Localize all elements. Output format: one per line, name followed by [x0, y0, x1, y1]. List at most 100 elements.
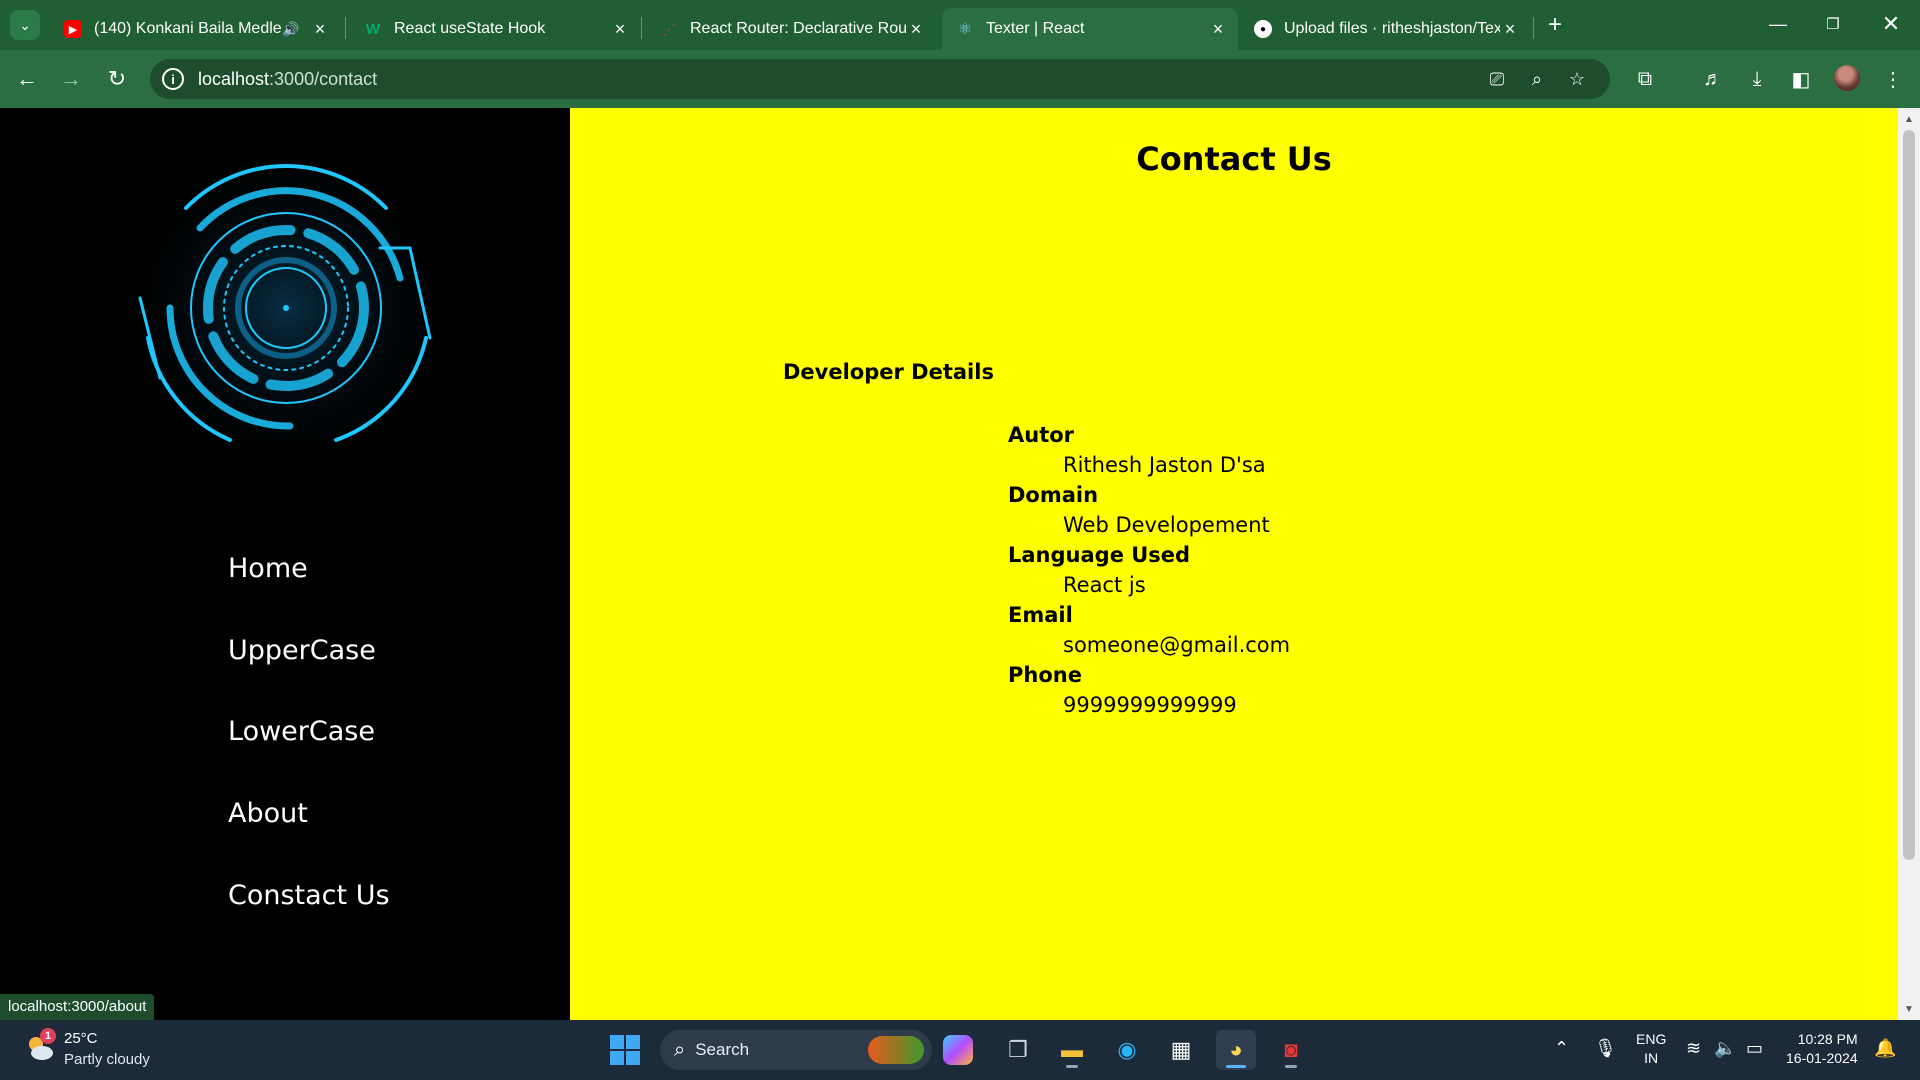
- detail-label-phone: Phone: [1008, 663, 1082, 687]
- browser-toolbar: ← → ↻ i localhost:3000/contact ⎚ ⌕ ☆ ⧉ ♬…: [0, 50, 1920, 108]
- url-path: :3000/contact: [269, 68, 378, 89]
- tab-react-router[interactable]: ⋰ React Router: Declarative Routi ×: [646, 8, 936, 50]
- download-icon[interactable]: ⤓: [1742, 64, 1772, 94]
- page-scrollbar[interactable]: ▲ ▼: [1898, 108, 1920, 1020]
- running-indicator: [1226, 1065, 1246, 1068]
- close-tab-icon[interactable]: ×: [1208, 19, 1228, 40]
- tab-separator: [641, 17, 642, 39]
- w3schools-icon: W: [365, 20, 381, 38]
- file-explorer-icon[interactable]: ▬: [1052, 1030, 1092, 1070]
- forward-arrow-icon[interactable]: →: [54, 62, 88, 96]
- address-url: localhost:3000/contact: [198, 69, 377, 90]
- media-control-icon[interactable]: ♬: [1698, 64, 1728, 94]
- microsoft-store-icon[interactable]: ▦: [1161, 1030, 1201, 1070]
- tab-separator: [345, 17, 346, 39]
- clock-time: 10:28 PM: [1797, 1031, 1858, 1047]
- copilot-icon[interactable]: [943, 1035, 973, 1065]
- weather-notification-badge: 1: [40, 1028, 56, 1044]
- detail-value-domain: Web Developement: [1063, 513, 1270, 537]
- detail-value-phone: 9999999999999: [1063, 693, 1237, 717]
- nav-link-contact-us[interactable]: Constact Us: [228, 880, 390, 911]
- weather-temperature[interactable]: 25°C: [64, 1030, 98, 1047]
- tab-texter-react[interactable]: ⚛ Texter | React ×: [942, 8, 1238, 50]
- back-arrow-icon[interactable]: ←: [10, 62, 44, 96]
- edge-browser-icon[interactable]: ◉: [1107, 1030, 1147, 1070]
- language-code: ENG: [1636, 1031, 1667, 1047]
- install-app-icon[interactable]: ⎚: [1486, 68, 1508, 90]
- browser-tab-strip: ⌄ ▶ (140) Konkani Baila Medley 🔊 × W Rea…: [0, 0, 1920, 50]
- profile-avatar[interactable]: [1834, 65, 1860, 91]
- react-router-icon: ⋰: [662, 20, 676, 37]
- weather-description[interactable]: Partly cloudy: [64, 1051, 150, 1068]
- close-tab-icon[interactable]: ×: [610, 19, 630, 40]
- url-host: localhost: [198, 68, 270, 89]
- task-view-icon[interactable]: ❐: [998, 1030, 1038, 1070]
- show-hidden-icons-chevron-icon[interactable]: ⌃: [1554, 1038, 1569, 1059]
- nav-link-uppercase[interactable]: UpperCase: [228, 635, 376, 666]
- site-info-icon[interactable]: i: [162, 68, 184, 90]
- scroll-up-arrow-icon[interactable]: ▲: [1898, 110, 1920, 128]
- zoom-icon[interactable]: ⌕: [1526, 68, 1548, 90]
- tab-title: Upload files · ritheshjaston/Text: [1284, 20, 1500, 37]
- tab-title: (140) Konkani Baila Medley: [94, 20, 282, 37]
- volume-icon[interactable]: 🔈: [1714, 1038, 1736, 1059]
- contact-page: Contact Us Developer Details Autor Rithe…: [570, 108, 1898, 1020]
- scrollbar-thumb[interactable]: [1903, 130, 1915, 860]
- close-tab-icon[interactable]: ×: [1500, 19, 1520, 40]
- extensions-puzzle-icon[interactable]: ⧉: [1630, 64, 1660, 94]
- close-tab-icon[interactable]: ×: [310, 19, 330, 40]
- input-language-indicator[interactable]: ENG IN: [1636, 1030, 1666, 1068]
- tech-ring-logo-icon: [116, 138, 456, 478]
- scroll-down-arrow-icon[interactable]: ▼: [1898, 1000, 1920, 1018]
- search-label: Search: [695, 1040, 750, 1059]
- bookmark-star-icon[interactable]: ☆: [1566, 68, 1588, 90]
- detail-value-email: someone@gmail.com: [1063, 633, 1291, 657]
- tab-search-chevron-icon[interactable]: ⌄: [10, 10, 40, 40]
- notification-bell-icon[interactable]: 🔔: [1874, 1038, 1896, 1059]
- developer-details-list: Autor Rithesh Jaston D'sa Domain Web Dev…: [1008, 420, 1290, 720]
- tab-title: React useState Hook: [394, 20, 546, 37]
- tab-react-usestate[interactable]: W React useState Hook ×: [350, 8, 640, 50]
- sidebar: Home UpperCase LowerCase About Constact …: [0, 108, 570, 1020]
- detail-label-domain: Domain: [1008, 483, 1099, 507]
- nav-link-home[interactable]: Home: [228, 553, 308, 584]
- windows-taskbar: 1 25°C Partly cloudy ⌕ Search ❐ ▬ ◉ ▦ ◕ …: [0, 1020, 1920, 1080]
- search-highlight-chili-icon: [868, 1036, 924, 1064]
- restore-window-icon[interactable]: ❐: [1810, 8, 1856, 40]
- windows-start-icon[interactable]: [610, 1035, 640, 1065]
- running-indicator: [1285, 1065, 1297, 1068]
- tab-youtube[interactable]: ▶ (140) Konkani Baila Medley 🔊 ×: [50, 8, 340, 50]
- speaker-icon[interactable]: 🔊: [282, 21, 302, 38]
- chrome-menu-icon[interactable]: ⋮: [1878, 64, 1908, 94]
- running-indicator: [1066, 1065, 1078, 1068]
- tab-github-upload[interactable]: ● Upload files · ritheshjaston/Text ×: [1240, 8, 1530, 50]
- detail-value-language: React js: [1063, 573, 1146, 597]
- nav-link-about[interactable]: About: [228, 798, 308, 829]
- page-viewport: Home UpperCase LowerCase About Constact …: [0, 108, 1920, 1020]
- side-panel-icon[interactable]: ◧: [1786, 64, 1816, 94]
- screen-recorder-icon[interactable]: ◙: [1271, 1030, 1311, 1070]
- nav-link-lowercase[interactable]: LowerCase: [228, 716, 375, 747]
- react-icon: ⚛: [957, 21, 973, 38]
- detail-label-author: Autor: [1008, 423, 1075, 447]
- link-status-bubble: localhost:3000/about: [0, 994, 155, 1020]
- github-icon: ●: [1254, 20, 1272, 38]
- reload-icon[interactable]: ↻: [100, 62, 134, 96]
- detail-value-author: Rithesh Jaston D'sa: [1063, 453, 1266, 477]
- taskbar-clock[interactable]: 10:28 PM 16-01-2024: [1786, 1030, 1858, 1068]
- tab-title: React Router: Declarative Routi: [690, 20, 906, 37]
- close-window-icon[interactable]: ✕: [1868, 8, 1914, 40]
- detail-label-language: Language Used: [1008, 543, 1191, 567]
- tab-title: Texter | React: [986, 20, 1085, 37]
- address-bar[interactable]: i localhost:3000/contact ⎚ ⌕ ☆: [150, 59, 1610, 99]
- new-tab-plus-icon[interactable]: +: [1540, 10, 1570, 40]
- microphone-icon[interactable]: 🎙: [1594, 1038, 1617, 1059]
- page-title: Contact Us: [1136, 140, 1332, 178]
- chrome-browser-icon[interactable]: ◕: [1216, 1030, 1256, 1070]
- battery-icon[interactable]: ▭: [1746, 1038, 1763, 1059]
- minimize-window-icon[interactable]: —: [1755, 8, 1801, 40]
- close-tab-icon[interactable]: ×: [906, 19, 926, 40]
- wifi-icon[interactable]: ≋: [1686, 1038, 1701, 1059]
- taskbar-search[interactable]: ⌕ Search: [660, 1030, 932, 1070]
- tab-separator: [1533, 17, 1534, 39]
